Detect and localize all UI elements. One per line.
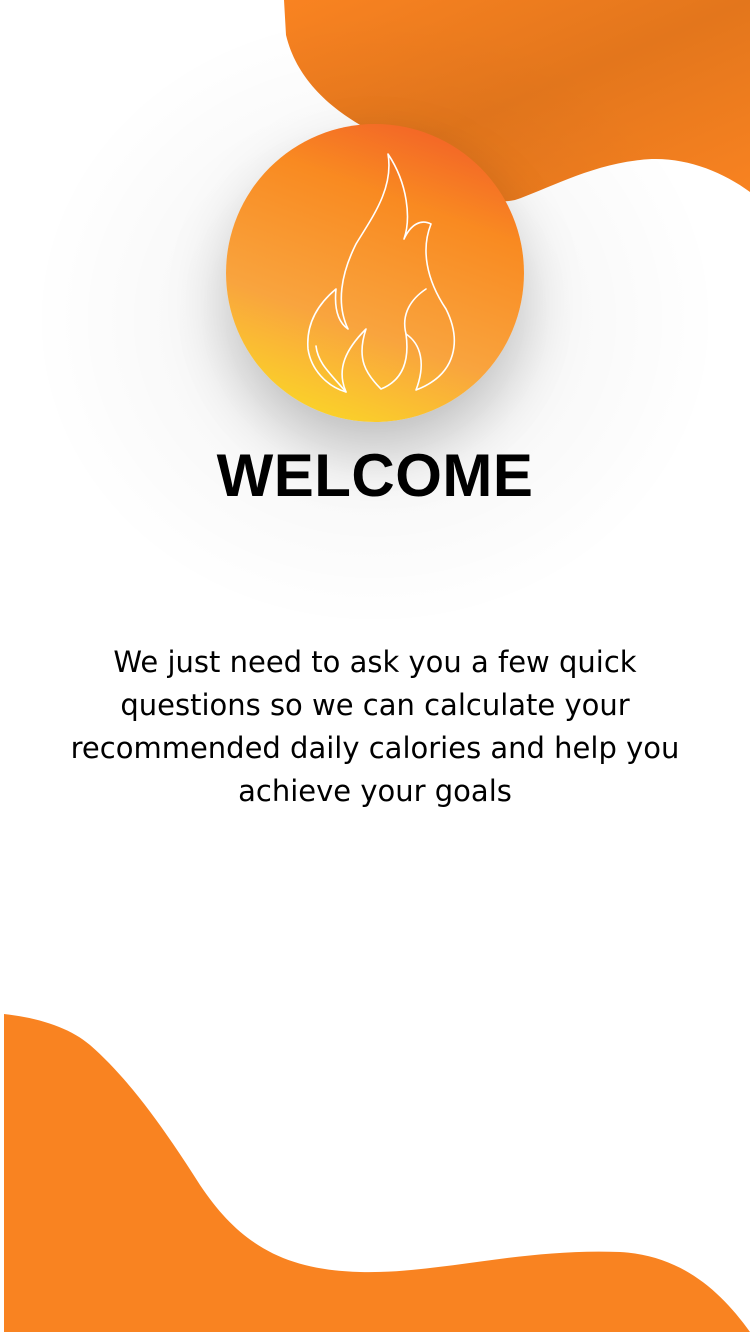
app-logo [226,124,524,422]
flame-icon [307,153,456,393]
bottom-decorative-wave [4,1014,750,1332]
welcome-message: We just need to ask you a few quick ques… [70,645,680,808]
welcome-title: WELCOME [216,442,534,509]
